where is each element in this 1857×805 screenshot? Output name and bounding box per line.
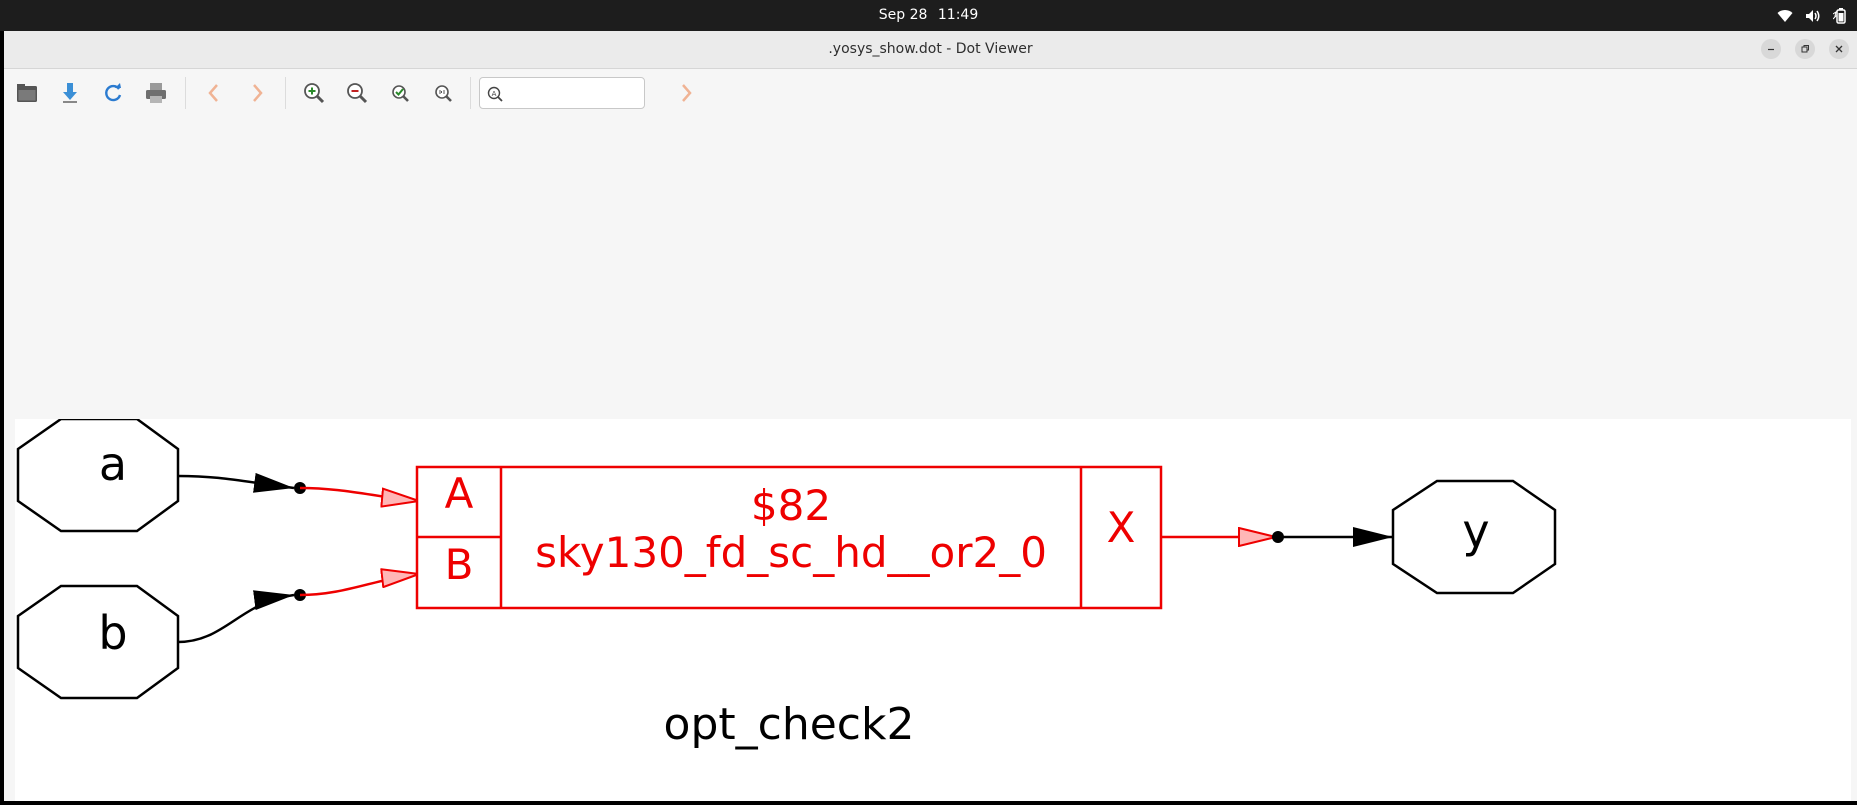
output-node-y: y bbox=[1391, 479, 1557, 595]
find-next-icon bbox=[682, 84, 692, 102]
toolbar: A bbox=[4, 69, 1857, 113]
title-bar[interactable]: .yosys_show.dot - Dot Viewer bbox=[4, 31, 1857, 69]
input-node-a: a bbox=[16, 417, 180, 533]
cell-port-x: X bbox=[1107, 503, 1136, 552]
edge-junction-to-port-b bbox=[299, 574, 419, 597]
graph-canvas: a b y A B $82 sky130_fd_sc_hd__or2_0 X o… bbox=[15, 417, 1851, 801]
restore-icon bbox=[1801, 45, 1809, 53]
edge-b-to-junction bbox=[177, 590, 295, 644]
print-button[interactable] bbox=[144, 81, 168, 105]
open-icon bbox=[17, 84, 37, 102]
minimize-button[interactable] bbox=[1761, 39, 1781, 59]
edge-a-to-junction bbox=[177, 472, 295, 493]
zoom-100-icon bbox=[435, 85, 452, 102]
window-controls bbox=[1761, 39, 1849, 59]
toolbar-separator bbox=[470, 77, 471, 109]
cell-port-b: B bbox=[445, 540, 474, 589]
close-icon bbox=[1835, 45, 1843, 53]
reload-icon bbox=[105, 83, 122, 102]
toolbar-separator bbox=[185, 77, 186, 109]
zoom-out-button[interactable] bbox=[345, 81, 369, 105]
minimize-icon bbox=[1768, 48, 1774, 51]
zoom-in-icon bbox=[304, 83, 325, 104]
dot-viewer-window: .yosys_show.dot - Dot Viewer A a b y A B… bbox=[4, 31, 1857, 801]
system-top-bar: Sep 28 11:49 bbox=[0, 0, 1857, 31]
zoom-out-icon bbox=[347, 83, 368, 104]
find-icon: A bbox=[487, 86, 503, 102]
back-button[interactable] bbox=[202, 81, 226, 105]
back-icon bbox=[208, 84, 218, 102]
cell-port-a: A bbox=[445, 469, 474, 518]
open-button[interactable] bbox=[15, 81, 39, 105]
find-input[interactable] bbox=[506, 82, 640, 106]
print-icon bbox=[146, 83, 166, 103]
wifi-icon bbox=[1777, 9, 1793, 23]
system-tray[interactable] bbox=[1777, 0, 1847, 31]
graph-svg: a b y A B $82 sky130_fd_sc_hd__or2_0 X o… bbox=[16, 417, 1557, 750]
window-title: .yosys_show.dot - Dot Viewer bbox=[828, 41, 1033, 57]
zoom-100-button[interactable] bbox=[432, 81, 456, 105]
zoom-in-button[interactable] bbox=[302, 81, 326, 105]
toolbar-separator bbox=[285, 77, 286, 109]
reload-button[interactable] bbox=[101, 81, 125, 105]
cell-id: $82 bbox=[751, 481, 831, 530]
svg-text:A: A bbox=[492, 90, 497, 98]
forward-button[interactable] bbox=[245, 81, 269, 105]
graph-viewport[interactable]: a b y A B $82 sky130_fd_sc_hd__or2_0 X o… bbox=[4, 113, 1857, 801]
battery-icon bbox=[1833, 7, 1847, 24]
forward-icon bbox=[253, 84, 263, 102]
maximize-button[interactable] bbox=[1795, 39, 1815, 59]
input-node-b: b bbox=[16, 584, 180, 700]
output-node-y-label: y bbox=[1462, 504, 1489, 558]
volume-icon bbox=[1805, 9, 1821, 23]
cell-node: A B $82 sky130_fd_sc_hd__or2_0 X bbox=[415, 465, 1163, 610]
input-node-b-label: b bbox=[98, 606, 127, 660]
edge-junction-to-port-a bbox=[299, 486, 419, 501]
input-node-a-label: a bbox=[99, 437, 127, 491]
clock-time: 11:49 bbox=[937, 7, 979, 23]
save-button[interactable] bbox=[58, 81, 82, 105]
find-next-button[interactable] bbox=[674, 81, 698, 105]
clock[interactable]: Sep 28 11:49 bbox=[0, 0, 1857, 31]
save-icon bbox=[63, 83, 77, 103]
clock-date: Sep 28 bbox=[878, 7, 928, 23]
close-button[interactable] bbox=[1829, 39, 1849, 59]
find-box[interactable]: A bbox=[479, 77, 645, 109]
zoom-fit-button[interactable] bbox=[389, 81, 413, 105]
zoom-fit-icon bbox=[392, 85, 409, 102]
graph-name: opt_check2 bbox=[664, 699, 915, 750]
cell-type: sky130_fd_sc_hd__or2_0 bbox=[535, 528, 1047, 577]
